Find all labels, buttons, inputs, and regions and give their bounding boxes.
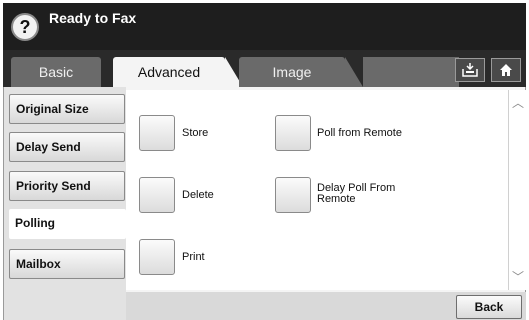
tab-image[interactable]: Image — [239, 57, 363, 87]
scrollbar[interactable]: ︿ ﹀ — [508, 90, 526, 290]
sidebar: Original Size Delay Send Priority Send P… — [4, 87, 126, 320]
fax-screen: ? Ready to Fax Basic Advanced Image Orig… — [0, 0, 529, 320]
delete-label: Delete — [182, 189, 214, 201]
home-button[interactable] — [491, 58, 521, 82]
scroll-down-arrow-icon[interactable]: ﹀ — [509, 268, 527, 286]
sidebar-item-original-size[interactable]: Original Size — [9, 94, 125, 124]
delay-poll-from-remote-button[interactable] — [275, 177, 311, 213]
store-button[interactable] — [139, 115, 175, 151]
tab-advanced[interactable]: Advanced — [113, 57, 243, 87]
scroll-up-arrow-icon[interactable]: ︿ — [509, 94, 527, 112]
sidebar-item-polling[interactable]: Polling — [9, 209, 126, 239]
inbox-tray-icon — [462, 63, 478, 77]
sidebar-item-delay-send[interactable]: Delay Send — [9, 132, 125, 162]
sidebar-item-priority-send[interactable]: Priority Send — [9, 171, 125, 201]
tray-button[interactable] — [455, 58, 485, 82]
header-bar: ? Ready to Fax — [3, 3, 526, 50]
help-button[interactable]: ? — [11, 13, 39, 41]
delete-button[interactable] — [139, 177, 175, 213]
polling-panel: Store Delete Print Poll from Remote Dela… — [126, 90, 508, 290]
poll-from-remote-label: Poll from Remote — [317, 127, 402, 139]
print-button[interactable] — [139, 239, 175, 275]
home-icon — [500, 64, 512, 76]
sidebar-item-mailbox[interactable]: Mailbox — [9, 249, 125, 279]
store-label: Store — [182, 127, 209, 139]
print-label: Print — [182, 251, 205, 263]
poll-from-remote-button[interactable] — [275, 115, 311, 151]
delay-poll-label-line2: Remote — [317, 193, 356, 205]
tab-bar-filler — [363, 57, 459, 87]
tab-bar: Basic Advanced Image — [3, 50, 526, 87]
back-button[interactable]: Back — [456, 295, 522, 319]
delay-poll-from-remote-label: Delay Poll From Remote — [317, 183, 395, 205]
tab-basic[interactable]: Basic — [11, 57, 101, 87]
content-area: Original Size Delay Send Priority Send P… — [3, 87, 526, 320]
page-title: Ready to Fax — [49, 10, 137, 26]
footer-bar: Back — [126, 292, 526, 320]
